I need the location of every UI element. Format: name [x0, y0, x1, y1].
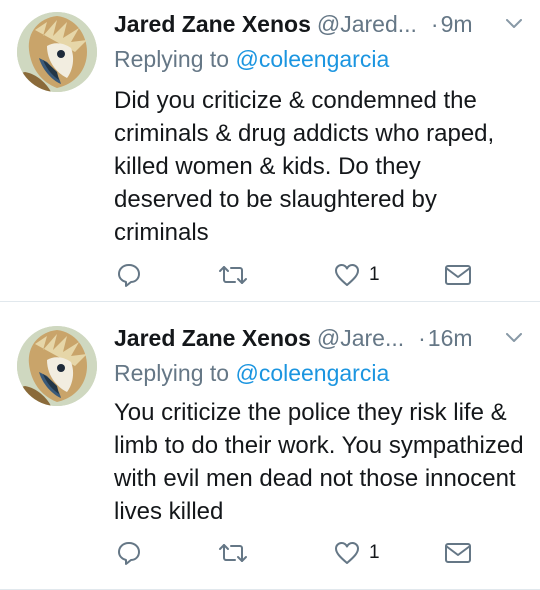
avatar[interactable] — [17, 326, 97, 406]
replying-to: Replying to @coleengarcia — [114, 360, 389, 387]
timestamp[interactable]: 16m — [428, 325, 473, 352]
reply-icon — [118, 264, 140, 287]
timestamp[interactable]: 9m — [441, 11, 473, 38]
like-button[interactable]: 1 — [334, 538, 380, 568]
tweet-actions: 1 — [114, 260, 494, 290]
eagle-avatar-icon — [17, 326, 97, 406]
envelope-icon — [445, 265, 471, 285]
author-name[interactable]: Jared Zane Xenos — [114, 11, 311, 38]
author-name[interactable]: Jared Zane Xenos — [114, 325, 311, 352]
heart-icon — [335, 542, 359, 564]
author-handle[interactable]: @Jared... — [317, 11, 417, 38]
message-button[interactable] — [444, 538, 472, 568]
replying-to-label: Replying to — [114, 360, 230, 386]
like-button[interactable]: 1 — [334, 260, 380, 290]
heart-icon — [335, 264, 359, 286]
retweet-icon — [219, 544, 247, 562]
retweet-button[interactable] — [218, 260, 248, 290]
retweet-button[interactable] — [218, 538, 248, 568]
replying-to: Replying to @coleengarcia — [114, 46, 389, 73]
replying-to-label: Replying to — [114, 46, 230, 72]
chevron-down-icon[interactable] — [502, 326, 526, 350]
chevron-down-icon[interactable] — [502, 12, 526, 36]
author-handle[interactable]: @Jare... — [317, 325, 404, 352]
retweet-icon — [219, 266, 247, 284]
timeline: Jared Zane Xenos @Jared... · 9m Replying… — [0, 0, 540, 590]
reply-button[interactable] — [116, 538, 142, 568]
mention-link[interactable]: @coleengarcia — [235, 46, 389, 72]
eagle-avatar-icon — [17, 12, 97, 92]
separator-dot: · — [418, 324, 426, 351]
separator-dot: · — [430, 10, 439, 37]
message-button[interactable] — [444, 260, 472, 290]
tweet-header: Jared Zane Xenos @Jare... · 16m — [114, 322, 526, 354]
like-count: 1 — [369, 542, 380, 563]
reply-button[interactable] — [116, 260, 142, 290]
tweet-header: Jared Zane Xenos @Jared... · 9m — [114, 8, 526, 40]
like-count: 1 — [369, 264, 380, 285]
tweet-text: You criticize the police they risk life … — [114, 399, 524, 525]
reply-icon — [118, 542, 140, 565]
avatar[interactable] — [17, 12, 97, 92]
tweet[interactable]: Jared Zane Xenos @Jared... · 9m Replying… — [0, 0, 540, 302]
tweet-actions: 1 — [114, 538, 494, 568]
tweet-text: Did you criticize & condemned the crimin… — [114, 87, 495, 246]
tweet[interactable]: Jared Zane Xenos @Jare... · 16m Replying… — [0, 302, 540, 590]
envelope-icon — [445, 543, 471, 563]
mention-link[interactable]: @coleengarcia — [235, 360, 389, 386]
